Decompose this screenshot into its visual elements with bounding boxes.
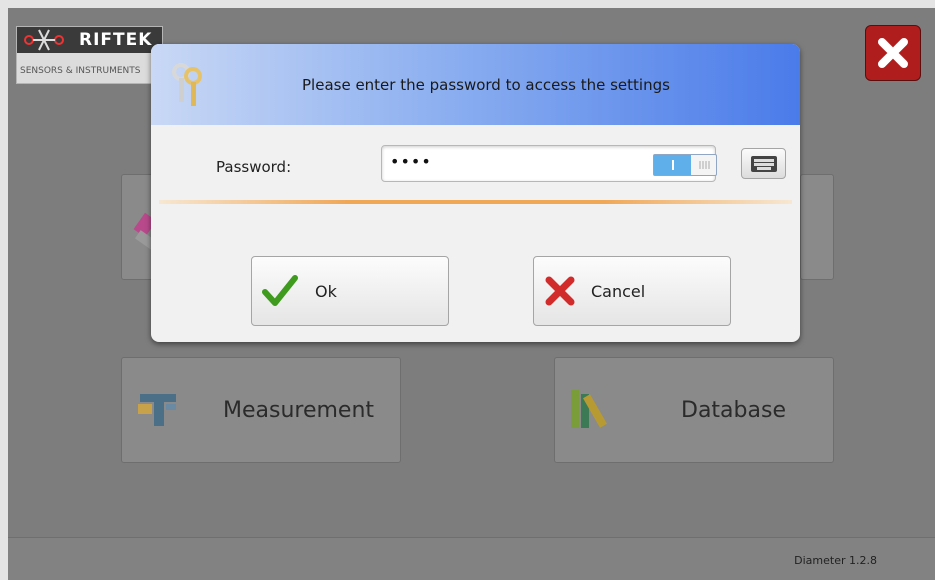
toggle-on-segment <box>654 155 691 175</box>
show-password-toggle[interactable] <box>653 154 717 176</box>
close-icon <box>878 38 908 68</box>
cancel-button[interactable]: Cancel <box>533 256 731 326</box>
tile-partial-right[interactable] <box>800 174 834 280</box>
logo-mark: RIFTEK <box>17 27 162 53</box>
ok-button-label: Ok <box>315 281 337 301</box>
keyboard-button[interactable] <box>741 148 786 179</box>
logo-symbol-icon <box>24 29 64 51</box>
riftek-logo: RIFTEK SENSORS & INSTRUMENTS <box>16 26 163 84</box>
checkmark-icon <box>262 275 298 306</box>
version-label: Diameter 1.2.8 <box>794 554 877 567</box>
toggle-grip-icon <box>699 161 710 169</box>
dialog-divider <box>159 200 792 204</box>
keyboard-icon <box>750 155 777 172</box>
keys-icon <box>172 63 202 106</box>
dialog-title: Please enter the password to access the … <box>302 76 670 94</box>
tile-database[interactable]: Database <box>554 357 834 463</box>
books-icon <box>571 390 607 428</box>
status-bar: Diameter 1.2.8 <box>8 537 935 580</box>
caliper-icon <box>138 394 176 426</box>
ok-button[interactable]: Ok <box>251 256 449 326</box>
password-dialog: Please enter the password to access the … <box>151 44 800 342</box>
logo-brand: RIFTEK <box>79 30 153 50</box>
close-app-button[interactable] <box>865 25 921 81</box>
cancel-x-icon <box>545 276 575 306</box>
logo-tagline: SENSORS & INSTRUMENTS <box>20 66 141 76</box>
password-value: •••• <box>390 152 432 171</box>
password-label: Password: <box>216 158 292 176</box>
dialog-header: Please enter the password to access the … <box>151 44 800 125</box>
password-input[interactable]: •••• <box>381 145 717 182</box>
tile-measurement-label: Measurement <box>223 398 375 423</box>
cancel-button-label: Cancel <box>591 281 646 301</box>
tile-database-label: Database <box>681 398 786 423</box>
tile-measurement[interactable]: Measurement <box>121 357 401 463</box>
